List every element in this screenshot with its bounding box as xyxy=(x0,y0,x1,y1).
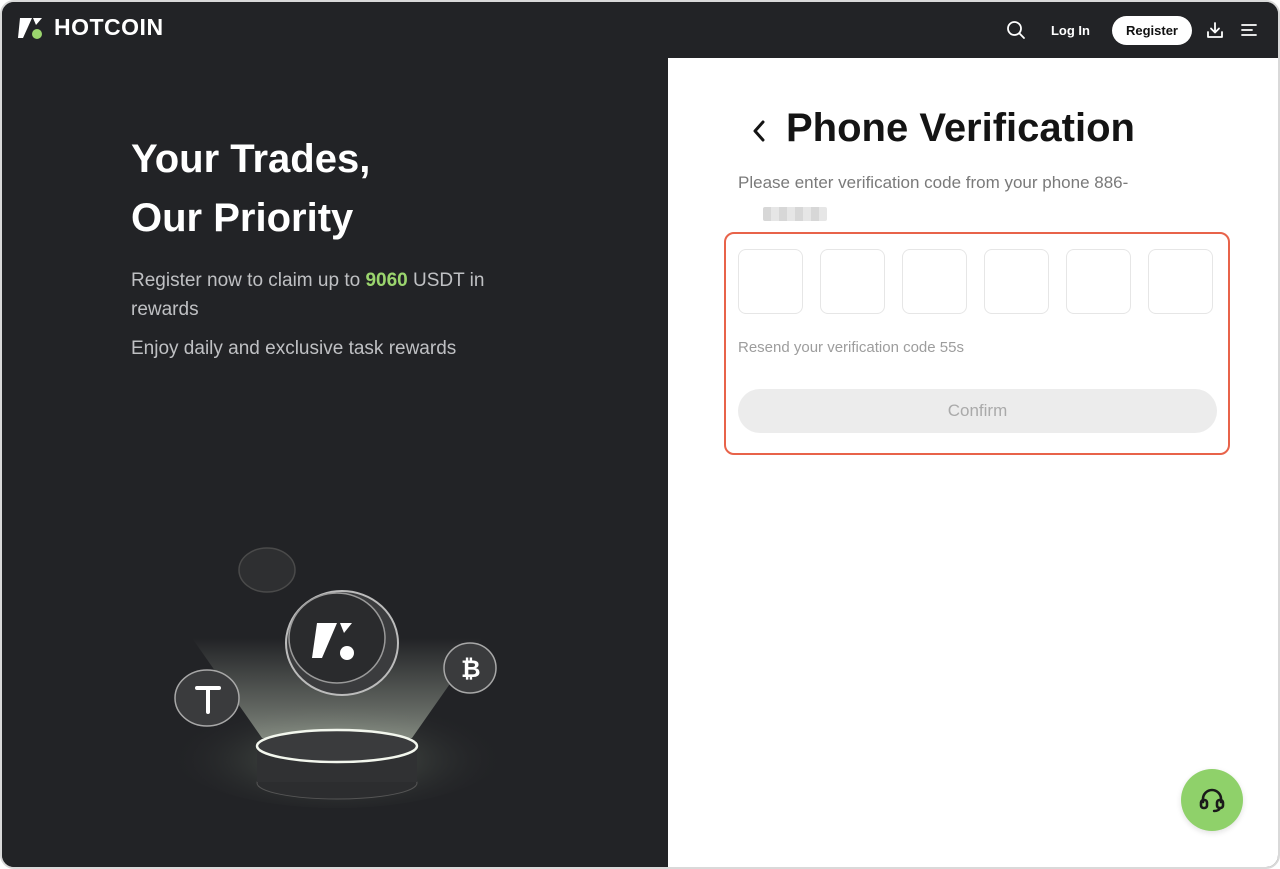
code-digit-4[interactable] xyxy=(984,249,1049,314)
promo-subtext: Enjoy daily and exclusive task rewards xyxy=(131,338,457,359)
search-icon[interactable] xyxy=(999,13,1033,47)
hotcoin-logo[interactable]: HOTCOIN xyxy=(18,14,164,41)
support-chat-button[interactable] xyxy=(1181,769,1243,831)
back-button[interactable] xyxy=(746,116,772,146)
menu-icon[interactable] xyxy=(1232,13,1266,47)
brand-name: HOTCOIN xyxy=(54,14,164,40)
verification-instructions: Please enter verification code from your… xyxy=(738,173,1129,192)
top-navigation-bar: HOTCOIN Log In Register xyxy=(2,2,1278,58)
app-window: HOTCOIN Log In Register Your Trades, Our… xyxy=(0,0,1280,869)
promo-prefix: Register now to claim up to xyxy=(131,270,366,291)
verification-code-inputs xyxy=(738,249,1213,314)
headline-line-2: Our Priority xyxy=(131,196,354,240)
code-digit-1[interactable] xyxy=(738,249,803,314)
promo-text: Register now to claim up to 9060 USDT in… xyxy=(131,266,531,324)
headline-line-1: Your Trades, xyxy=(131,137,371,181)
download-icon[interactable] xyxy=(1198,13,1232,47)
hotcoin-logo-icon xyxy=(18,15,44,41)
code-digit-2[interactable] xyxy=(820,249,885,314)
coins-podium-illustration: ₿ xyxy=(152,488,532,808)
reward-amount: 9060 xyxy=(365,270,408,291)
headset-icon xyxy=(1199,788,1225,813)
confirm-button[interactable]: Confirm xyxy=(738,389,1217,433)
resend-countdown: Resend your verification code 55s xyxy=(738,339,964,356)
chevron-left-icon xyxy=(753,120,765,142)
code-digit-3[interactable] xyxy=(902,249,967,314)
svg-text:₿: ₿ xyxy=(461,656,481,683)
verification-panel: Phone Verification Please enter verifica… xyxy=(668,58,1278,867)
promo-panel: Your Trades, Our Priority Register now t… xyxy=(2,58,668,867)
masked-phone-number xyxy=(763,207,827,221)
nav-actions: Log In Register xyxy=(999,13,1266,47)
register-button[interactable]: Register xyxy=(1111,15,1192,45)
code-digit-6[interactable] xyxy=(1148,249,1213,314)
code-digit-5[interactable] xyxy=(1066,249,1131,314)
login-link[interactable]: Log In xyxy=(1051,23,1090,38)
promo-headline: Your Trades, Our Priority xyxy=(131,130,370,248)
page-title: Phone Verification xyxy=(786,106,1135,150)
